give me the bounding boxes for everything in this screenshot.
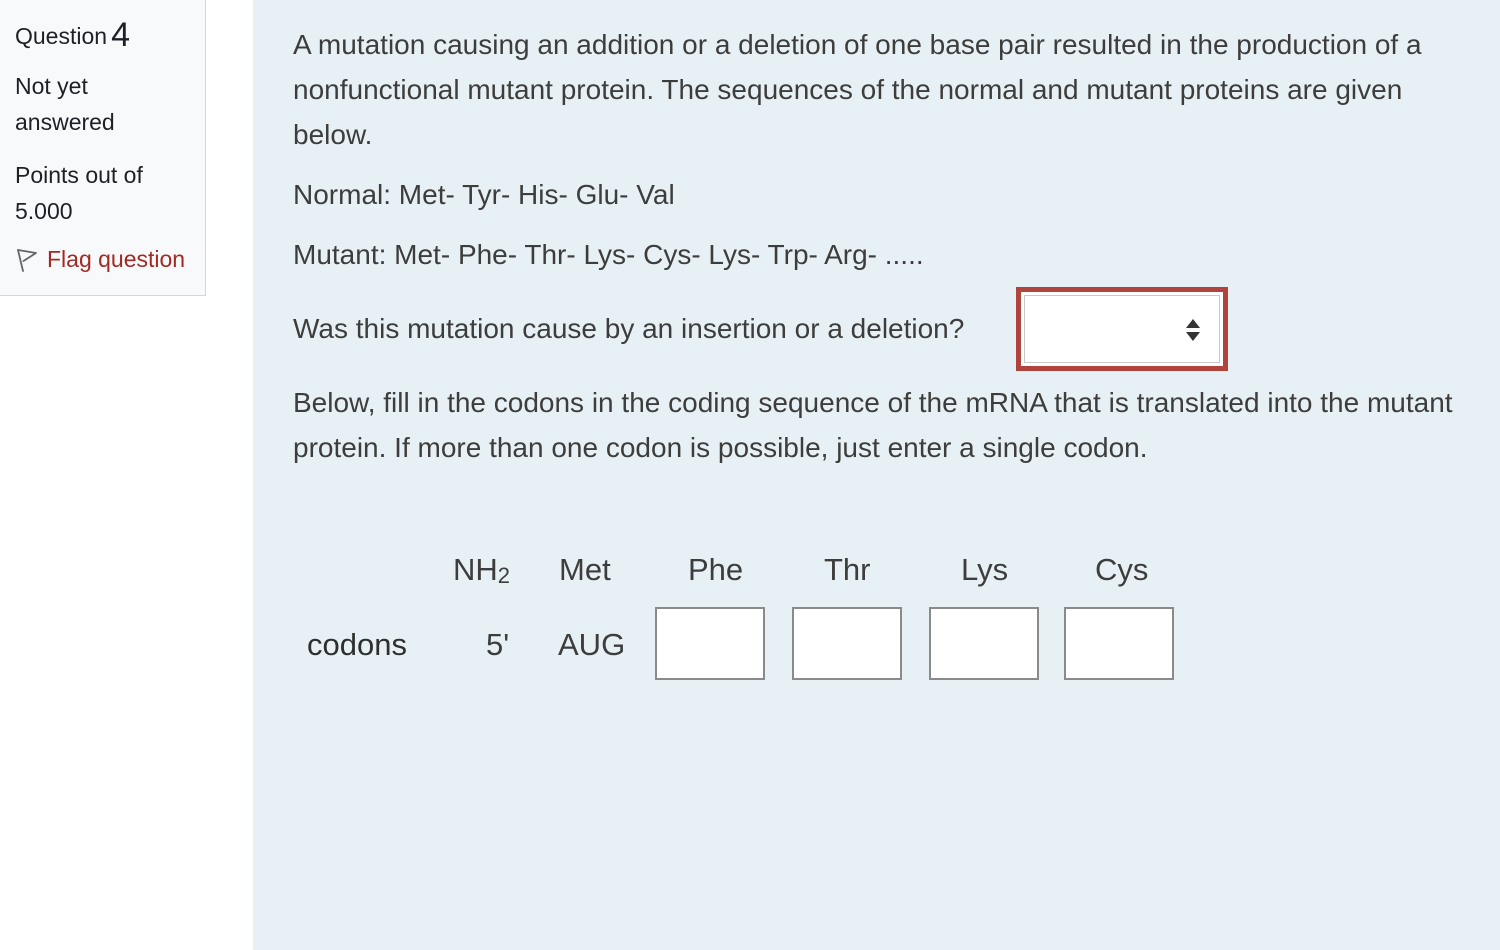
mutant-sequence: Mutant: Met- Phe- Thr- Lys- Cys- Lys- Tr… bbox=[293, 239, 924, 270]
amino-acid-thr: Thr bbox=[824, 552, 871, 587]
codon-input-lys[interactable] bbox=[929, 607, 1039, 680]
amino-acid-phe: Phe bbox=[688, 552, 744, 587]
amino-acid-cys: Cys bbox=[1095, 552, 1149, 587]
question-number: 4 bbox=[111, 16, 130, 54]
codon-instructions: Below, fill in the codons in the coding … bbox=[293, 387, 1453, 463]
question-state: Not yet answered bbox=[15, 73, 115, 135]
nh-subscript: 2 bbox=[497, 563, 511, 588]
codon-input-cys[interactable] bbox=[1064, 607, 1174, 680]
mutation-type-select[interactable] bbox=[1016, 287, 1228, 371]
five-prime-label: 5' bbox=[486, 627, 510, 662]
codon-input-thr[interactable] bbox=[792, 607, 902, 680]
question-label: Question bbox=[15, 23, 108, 49]
normal-sequence: Normal: Met- Tyr- His- Glu- Val bbox=[293, 179, 675, 210]
question-title: Question 4 bbox=[15, 14, 130, 54]
codons-row-label: codons bbox=[307, 627, 407, 662]
flag-question-button[interactable]: Flag question bbox=[15, 246, 185, 273]
question-content: A mutation causing an addition or a dele… bbox=[253, 0, 1500, 950]
start-codon: AUG bbox=[558, 627, 626, 662]
n-terminus-label: NH2 bbox=[453, 552, 510, 588]
mutation-type-question: Was this mutation cause by an insertion … bbox=[293, 313, 965, 344]
nh-text: NH bbox=[453, 552, 498, 587]
question-grade: Points out of 5.000 bbox=[15, 162, 143, 224]
amino-acid-met: Met bbox=[559, 552, 611, 587]
select-arrows-icon bbox=[1185, 317, 1201, 343]
flag-question-label: Flag question bbox=[47, 246, 186, 272]
flag-outline-icon bbox=[15, 247, 39, 273]
question-info-panel: Question 4 Not yet answered Points out of… bbox=[0, 0, 206, 296]
amino-acid-lys: Lys bbox=[961, 552, 1009, 587]
question-intro: A mutation causing an addition or a dele… bbox=[293, 29, 1422, 150]
codon-input-phe[interactable] bbox=[655, 607, 765, 680]
